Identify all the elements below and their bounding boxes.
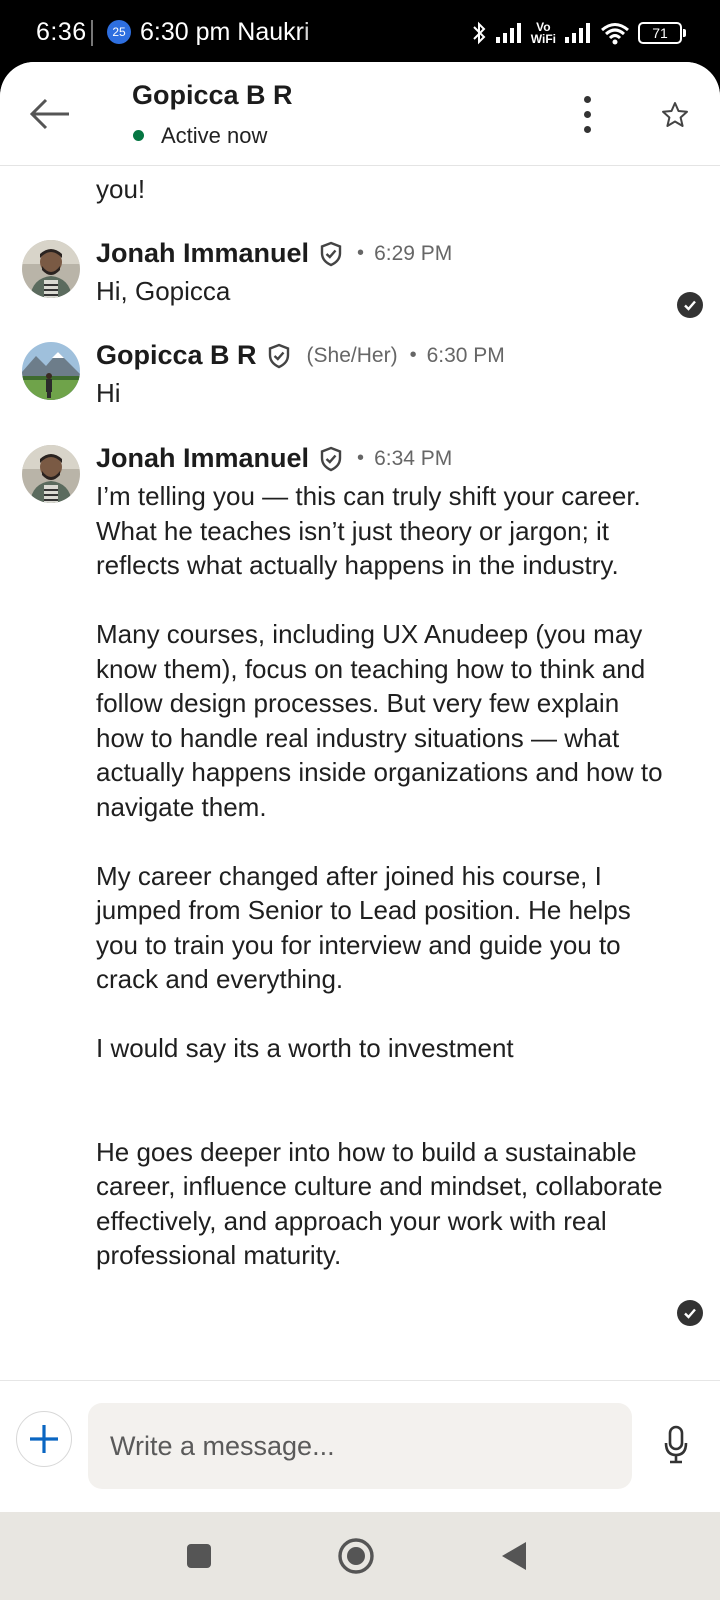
- message-composer: [0, 1380, 720, 1512]
- read-receipt-check-icon: [677, 1300, 703, 1326]
- message-tail-text: you!: [96, 174, 146, 204]
- message-timestamp: 6:30 PM: [426, 343, 505, 367]
- messaging-screen: you! Jonah Immanuel • 6:29 PM Hi, Gopicc…: [0, 62, 720, 1512]
- circle-home-icon: [338, 1538, 374, 1574]
- message-thread[interactable]: you! Jonah Immanuel • 6:29 PM Hi, Gopicc…: [0, 62, 720, 1380]
- message-timestamp: 6:29 PM: [374, 241, 453, 265]
- message-paragraph: I’m telling you — this can truly shift y…: [96, 481, 641, 580]
- message-paragraph: I would say its a worth to investment: [96, 1033, 514, 1063]
- back-nav-button[interactable]: [490, 1532, 538, 1580]
- verified-shield-icon: [265, 342, 293, 370]
- avatar[interactable]: [22, 342, 80, 400]
- wifi-icon: [600, 21, 630, 45]
- verified-shield-icon: [317, 240, 345, 268]
- status-icons: Vo WiFi 71: [471, 16, 686, 50]
- system-navigation-bar: [0, 1512, 720, 1600]
- message-paragraph: Many courses, including UX Anudeep (you …: [96, 619, 663, 822]
- more-options-button[interactable]: [567, 90, 607, 138]
- bluetooth-icon: [471, 20, 487, 46]
- star-icon: [662, 102, 688, 127]
- microphone-icon: [664, 1425, 688, 1464]
- message-body: Hi: [96, 376, 666, 411]
- read-receipt-check-icon: [677, 292, 703, 318]
- message-paragraph: He goes deeper into how to build a susta…: [96, 1136, 663, 1271]
- message-header: Gopicca B R (She/Her) • 6:30 PM: [96, 340, 505, 371]
- status-separator: [91, 20, 93, 46]
- conversation-header: Gopicca B R Active now: [0, 62, 720, 166]
- sender-name[interactable]: Gopicca B R: [96, 340, 257, 371]
- more-vertical-icon: [583, 95, 591, 103]
- signal-icon: [495, 22, 523, 44]
- recents-button[interactable]: [175, 1532, 223, 1580]
- voice-message-button[interactable]: [656, 1421, 696, 1469]
- message-paragraph: My career changed after joined his cours…: [96, 860, 631, 995]
- add-attachment-button[interactable]: [16, 1411, 72, 1467]
- signal-icon-2: [564, 22, 592, 44]
- dot-separator: •: [357, 242, 365, 264]
- message-header: Jonah Immanuel • 6:29 PM: [96, 238, 452, 269]
- message-text: Hi: [96, 378, 121, 408]
- star-button[interactable]: [654, 94, 696, 136]
- triangle-back-icon: [502, 1542, 526, 1570]
- sender-name[interactable]: Jonah Immanuel: [96, 443, 309, 474]
- back-arrow-icon: [29, 98, 69, 130]
- message-input-box[interactable]: [88, 1403, 632, 1489]
- message-header: Jonah Immanuel • 6:34 PM: [96, 443, 452, 474]
- sender-name[interactable]: Jonah Immanuel: [96, 238, 309, 269]
- message-body: Hi, Gopicca: [96, 274, 666, 309]
- verified-shield-icon: [317, 445, 345, 473]
- avatar[interactable]: [22, 445, 80, 503]
- message-body: I’m telling you — this can truly shift y…: [96, 479, 666, 1273]
- message-text: Hi, Gopicca: [96, 276, 231, 306]
- home-button[interactable]: [332, 1532, 380, 1580]
- message-timestamp: 6:34 PM: [374, 446, 453, 470]
- contact-name[interactable]: Gopicca B R: [132, 80, 293, 111]
- notification-badge: 25: [107, 20, 131, 44]
- square-icon: [187, 1544, 211, 1568]
- battery-icon: 71: [638, 22, 686, 44]
- active-status-text: Active now: [161, 123, 268, 148]
- status-notification-text: 6:30 pm Naukri: [140, 18, 310, 46]
- back-button[interactable]: [26, 90, 74, 138]
- vowifi-icon: Vo WiFi: [530, 20, 556, 46]
- status-bar: 6:36 25 6:30 pm Naukri Vo WiFi 71: [0, 0, 720, 66]
- status-time: 6:36: [36, 18, 87, 46]
- dot-separator: •: [409, 344, 417, 366]
- avatar[interactable]: [22, 240, 80, 298]
- dot-separator: •: [357, 447, 365, 469]
- message-input[interactable]: [110, 1430, 632, 1462]
- active-status-dot: [133, 130, 144, 141]
- sender-pronouns: (She/Her): [306, 343, 398, 367]
- plus-icon: [30, 1425, 58, 1453]
